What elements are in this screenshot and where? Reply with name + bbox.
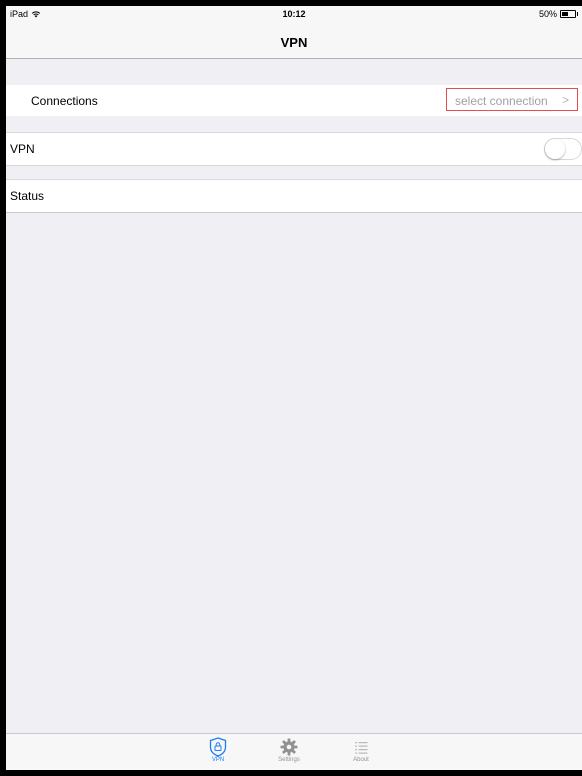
page-title: VPN <box>280 35 308 50</box>
toggle-knob <box>545 139 565 159</box>
connections-row[interactable]: Connections select connection > <box>6 85 582 116</box>
tab-bar: VPN Settings About <box>6 733 582 770</box>
tab-about[interactable]: About <box>336 737 386 763</box>
status-bar: iPad 10:12 50% <box>6 6 582 24</box>
clock: 10:12 <box>282 9 306 19</box>
tab-settings[interactable]: Settings <box>264 737 314 763</box>
battery-icon <box>560 10 578 18</box>
vpn-label: VPN <box>10 142 35 156</box>
connections-label: Connections <box>31 94 98 108</box>
gear-icon <box>280 738 298 756</box>
battery-percent: 50% <box>538 9 557 19</box>
screen: iPad 10:12 50% VPN Connections select co… <box>6 6 582 770</box>
select-connection-button[interactable]: select connection > <box>446 88 578 111</box>
vpn-toggle[interactable] <box>544 138 582 160</box>
status-row: Status <box>6 179 582 213</box>
status-label: Status <box>10 189 45 203</box>
tab-about-label: About <box>353 757 369 763</box>
shield-lock-icon <box>209 737 227 757</box>
chevron-right-icon: > <box>561 93 569 107</box>
tab-vpn[interactable]: VPN <box>193 737 243 763</box>
select-connection-text: select connection <box>455 94 548 108</box>
vpn-row: VPN <box>6 132 582 166</box>
tab-settings-label: Settings <box>278 757 300 763</box>
tab-vpn-label: VPN <box>211 757 225 763</box>
divider <box>30 212 582 213</box>
navigation-bar: VPN <box>6 24 582 59</box>
list-icon <box>355 742 368 754</box>
